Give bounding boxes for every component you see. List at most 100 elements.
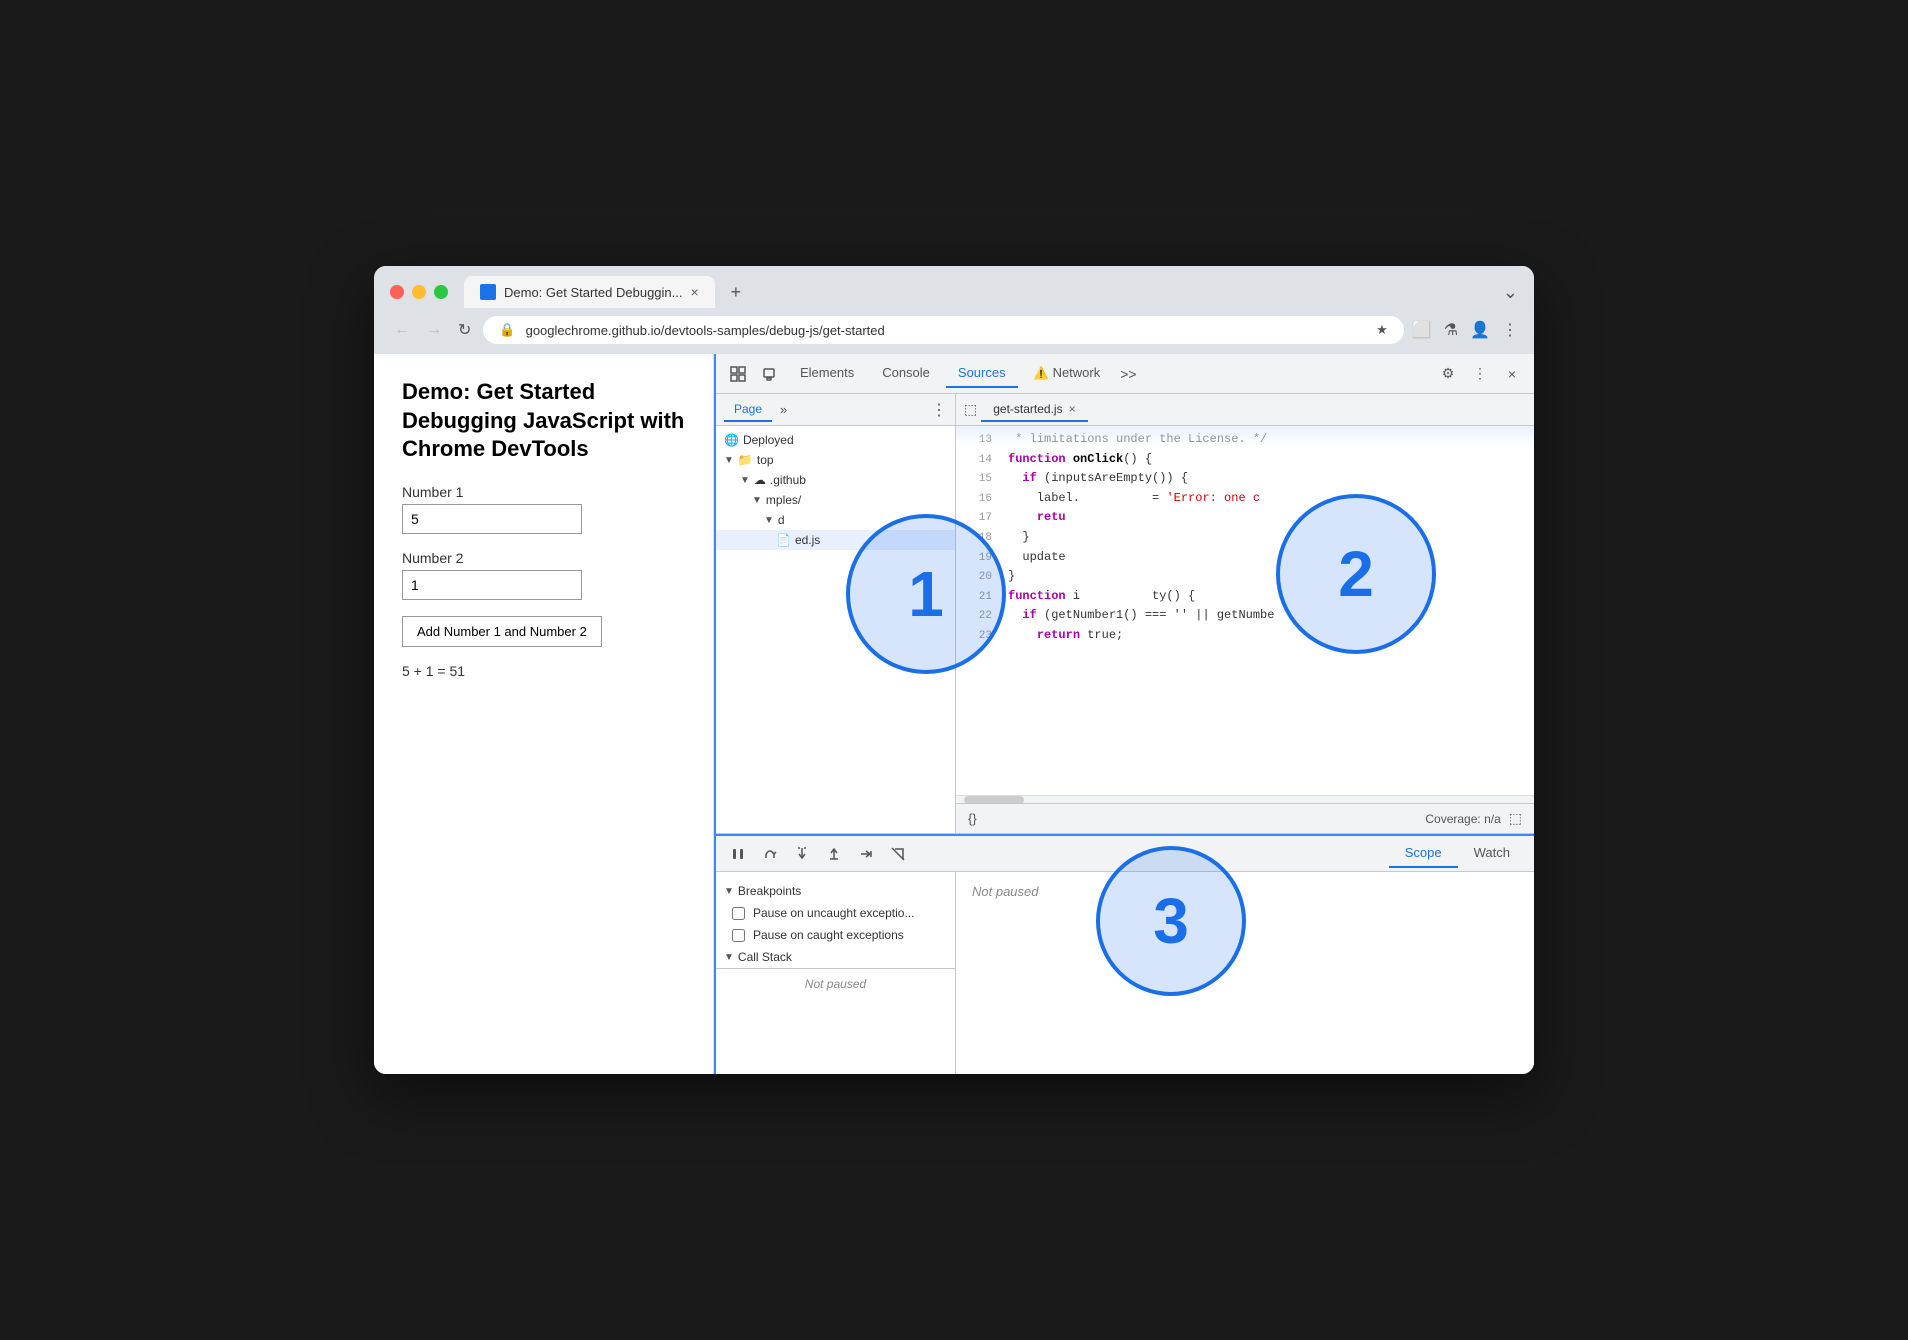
tree-arrow-top: ▼ bbox=[724, 455, 734, 466]
file-icon: 📄 bbox=[776, 533, 791, 547]
tab-favicon bbox=[480, 284, 496, 300]
new-tab-btn[interactable]: + bbox=[723, 282, 750, 303]
devtools-more-btn[interactable]: ⋮ bbox=[1466, 360, 1494, 388]
step-over-btn[interactable] bbox=[756, 840, 784, 868]
security-icon: 🔒 bbox=[499, 322, 515, 338]
step-into-btn[interactable] bbox=[788, 840, 816, 868]
code-line-18: 18 } bbox=[956, 528, 1534, 548]
address-input-container[interactable]: 🔒 googlechrome.github.io/devtools-sample… bbox=[483, 316, 1403, 344]
traffic-lights bbox=[390, 285, 448, 299]
editor-tab-close[interactable]: × bbox=[1069, 402, 1076, 416]
code-line-21: 21 function i ty() { bbox=[956, 587, 1534, 607]
coverage-text: Coverage: n/a bbox=[1425, 812, 1500, 826]
tab-console[interactable]: Console bbox=[870, 359, 942, 388]
devtools-toolbar: Elements Console Sources Network >> ⚙ ⋮ … bbox=[716, 354, 1534, 394]
tab-elements[interactable]: Elements bbox=[788, 359, 866, 388]
deployed-icon: 🌐 bbox=[724, 433, 739, 447]
browser-window: Demo: Get Started Debuggin... × + ⌄ ← → … bbox=[374, 266, 1534, 1074]
continue-btn[interactable] bbox=[852, 840, 880, 868]
coverage-icon[interactable]: ⬚ bbox=[1509, 810, 1522, 827]
file-tree-tabs: Page » ⋮ bbox=[716, 394, 955, 426]
tree-arrow-samples: ▼ bbox=[752, 495, 762, 506]
file-tree-content: 🌐 Deployed ▼ 📁 top ▼ ☁ bbox=[716, 426, 955, 833]
tree-item-github[interactable]: ▼ ☁ .github bbox=[716, 470, 955, 490]
page-content: Demo: Get Started Debugging JavaScript w… bbox=[374, 354, 714, 1074]
watch-tab[interactable]: Watch bbox=[1458, 839, 1526, 868]
samples-partial: mples/ bbox=[766, 493, 801, 507]
file-label: ed.js bbox=[795, 533, 820, 547]
code-scrollbar[interactable] bbox=[956, 795, 1534, 803]
code-line-23: 23 return true; bbox=[956, 626, 1534, 646]
debugger-right: Not paused bbox=[956, 872, 1534, 1074]
label-number1: Number 1 bbox=[402, 484, 685, 500]
devtools-close-btn[interactable]: × bbox=[1498, 360, 1526, 388]
tab-menu-btn[interactable]: ⌄ bbox=[1503, 282, 1518, 303]
bookmark-icon[interactable]: ★ bbox=[1376, 322, 1388, 338]
sources-top-area: Page » ⋮ 🌐 Deployed ▼ bbox=[716, 394, 1534, 834]
pause-caught-checkbox[interactable] bbox=[732, 929, 745, 942]
tab-sources[interactable]: Sources bbox=[946, 359, 1018, 388]
tree-item-top[interactable]: ▼ 📁 top bbox=[716, 450, 955, 470]
reload-btn[interactable]: ↻ bbox=[454, 318, 475, 342]
fullscreen-traffic-light[interactable] bbox=[434, 285, 448, 299]
folder-icon: 📁 bbox=[738, 453, 753, 467]
sources-panel: Page » ⋮ 🌐 Deployed ▼ bbox=[716, 394, 1534, 1074]
result-text: 5 + 1 = 51 bbox=[402, 663, 685, 679]
pause-caught-label: Pause on caught exceptions bbox=[753, 928, 904, 942]
url-text: googlechrome.github.io/devtools-samples/… bbox=[526, 323, 885, 338]
tree-item-file[interactable]: 📄 ed.js bbox=[716, 530, 955, 550]
editor-bottom-bar: {} Coverage: n/a ⬚ bbox=[956, 803, 1534, 833]
menu-icon[interactable]: ⋮ bbox=[1502, 320, 1518, 340]
more-file-tabs[interactable]: » bbox=[780, 402, 787, 417]
minimize-traffic-light[interactable] bbox=[412, 285, 426, 299]
forward-btn[interactable]: → bbox=[422, 319, 446, 341]
deployed-label: Deployed bbox=[743, 433, 794, 447]
tab-title: Demo: Get Started Debuggin... bbox=[504, 285, 682, 300]
tree-item-d[interactable]: ▼ d bbox=[716, 510, 955, 530]
call-stack-not-paused: Not paused bbox=[716, 968, 955, 999]
step-out-btn[interactable] bbox=[820, 840, 848, 868]
call-stack-header[interactable]: ▼ Call Stack bbox=[716, 946, 955, 968]
experiments-icon[interactable]: ⚗ bbox=[1444, 320, 1458, 340]
input-number2[interactable] bbox=[402, 570, 582, 600]
device-mode-btn[interactable] bbox=[756, 360, 784, 388]
code-line-17: 17 retu bbox=[956, 508, 1534, 528]
editor-tabs: ⬚ get-started.js × bbox=[956, 394, 1534, 426]
add-button[interactable]: Add Number 1 and Number 2 bbox=[402, 616, 602, 647]
top-label: top bbox=[757, 453, 774, 467]
more-tabs-btn[interactable]: >> bbox=[1116, 366, 1140, 382]
code-line-14: 14 function onClick() { bbox=[956, 450, 1534, 470]
tree-arrow-d: ▼ bbox=[764, 515, 774, 526]
file-tree-menu[interactable]: ⋮ bbox=[931, 400, 947, 420]
code-line-15: 15 if (inputsAreEmpty()) { bbox=[956, 469, 1534, 489]
debugger-toolbar: Scope Watch bbox=[716, 836, 1534, 872]
code-content[interactable]: 13 * limitations under the License. */ 1… bbox=[956, 426, 1534, 795]
file-tree: Page » ⋮ 🌐 Deployed ▼ bbox=[716, 394, 956, 833]
devtools-panel: Elements Console Sources Network >> ⚙ ⋮ … bbox=[714, 354, 1534, 1074]
breakpoints-header[interactable]: ▼ Breakpoints bbox=[716, 880, 955, 902]
tab-close-btn[interactable]: × bbox=[690, 284, 698, 300]
code-line-16: 16 label. = 'Error: one c bbox=[956, 489, 1534, 509]
settings-btn[interactable]: ⚙ bbox=[1434, 360, 1462, 388]
disable-breakpoints-btn[interactable] bbox=[884, 840, 912, 868]
back-btn[interactable]: ← bbox=[390, 319, 414, 341]
extensions-icon[interactable]: ⬜ bbox=[1412, 320, 1432, 340]
browser-tab[interactable]: Demo: Get Started Debuggin... × bbox=[464, 276, 715, 308]
page-tab[interactable]: Page bbox=[724, 398, 772, 422]
format-btn[interactable]: {} bbox=[968, 811, 977, 826]
tab-network[interactable]: Network bbox=[1022, 359, 1113, 388]
input-number1[interactable] bbox=[402, 504, 582, 534]
pause-uncaught-checkbox[interactable] bbox=[732, 907, 745, 920]
tree-item-deployed[interactable]: 🌐 Deployed bbox=[716, 430, 955, 450]
label-number2: Number 2 bbox=[402, 550, 685, 566]
code-line-13: 13 * limitations under the License. */ bbox=[956, 430, 1534, 450]
debugger-right-tabs: Scope Watch bbox=[1389, 839, 1526, 868]
pause-resume-btn[interactable] bbox=[724, 840, 752, 868]
code-editor: ⬚ get-started.js × 13 bbox=[956, 394, 1534, 833]
profile-icon[interactable]: 👤 bbox=[1470, 320, 1490, 340]
tree-item-samples[interactable]: ▼ mples/ bbox=[716, 490, 955, 510]
inspect-element-btn[interactable] bbox=[724, 360, 752, 388]
close-traffic-light[interactable] bbox=[390, 285, 404, 299]
editor-tab-file[interactable]: get-started.js × bbox=[981, 398, 1087, 422]
scope-tab[interactable]: Scope bbox=[1389, 839, 1458, 868]
